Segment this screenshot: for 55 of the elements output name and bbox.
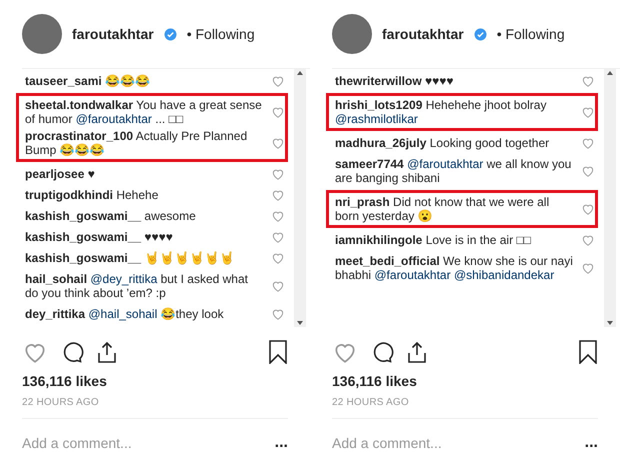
heart-icon[interactable] <box>581 202 595 216</box>
share-icon[interactable] <box>406 340 428 364</box>
comment-text: dey_rittika @hail_sohail 😂they look <box>25 307 225 321</box>
avatar-circle[interactable] <box>332 14 372 54</box>
scroll-down-arrow-icon[interactable] <box>296 319 304 327</box>
heart-icon[interactable] <box>581 105 595 119</box>
comment-text: thewriterwillow ♥♥♥♥ <box>335 74 455 88</box>
comment-text: kashish_goswami__ ♥♥♥♥ <box>25 230 174 244</box>
heart-icon[interactable] <box>271 74 285 88</box>
comment-text: kashish_goswami__ 🤘🤘🤘🤘🤘🤘 <box>25 251 236 265</box>
bookmark-icon[interactable] <box>578 340 598 364</box>
comment-text: meet_bedi_official We know she is our nayi bhabhi @faroutakhtar @shibanidandekar <box>335 254 573 282</box>
heart-icon[interactable] <box>271 136 285 150</box>
scroll-down-arrow-icon[interactable] <box>606 319 614 327</box>
likes-count[interactable]: 136,116 likes <box>332 373 620 389</box>
comment-text: sameer7744 @faroutakhtar we all know you are banging shibani <box>335 157 572 185</box>
heart-icon[interactable] <box>581 164 595 178</box>
username[interactable]: faroutakhtar <box>382 26 464 42</box>
comment-text: tauseer_sami 😂😂😂 <box>25 74 152 88</box>
share-icon[interactable] <box>96 340 118 364</box>
avatar-circle[interactable] <box>22 14 62 54</box>
heart-icon[interactable] <box>581 136 595 150</box>
comment-text: truptigodkhindi Hehehe <box>25 188 160 202</box>
scrollbar[interactable] <box>604 69 616 327</box>
post-time: 22 HOURS AGO <box>22 397 100 408</box>
heart-icon[interactable] <box>271 188 285 202</box>
heart-icon[interactable] <box>271 279 285 293</box>
comment-text: procrastinator_100 Actually Pre Planned Bump 😂😂😂 <box>25 129 248 157</box>
following-status[interactable]: • Following <box>496 26 565 42</box>
comment-text: hrishi_lots1209 Hehehehe jhoot bolray @rashmilotlikar <box>335 98 548 126</box>
heart-icon[interactable] <box>271 209 285 223</box>
heart-icon[interactable] <box>581 74 595 88</box>
likes-count[interactable]: 136,116 likes <box>22 373 310 389</box>
comment-text: pearljosee ♥ <box>25 167 96 181</box>
more-button[interactable]: ... <box>584 438 598 448</box>
bookmark-icon[interactable] <box>268 340 288 364</box>
comment-text: kashish_goswami__ awesome <box>25 209 197 223</box>
heart-icon[interactable] <box>271 251 285 265</box>
scroll-up-arrow-icon[interactable] <box>606 69 614 77</box>
scroll-up-arrow-icon[interactable] <box>296 69 304 77</box>
comment-text: madhura_26july Looking good together <box>335 136 550 150</box>
heart-icon[interactable] <box>581 261 595 275</box>
more-button[interactable]: ... <box>274 438 288 448</box>
post-time: 22 HOURS AGO <box>332 397 410 408</box>
scrollbar[interactable] <box>294 69 306 327</box>
heart-icon[interactable] <box>271 105 285 119</box>
comment-text: nri_prash Did not know that we were all born yesterday 😮 <box>335 195 550 223</box>
heart-icon[interactable] <box>271 230 285 244</box>
following-status[interactable]: • Following <box>186 26 255 42</box>
heart-icon[interactable] <box>271 307 285 321</box>
comment-text: iamnikhilingole Love is in the air □□ <box>335 233 532 247</box>
username[interactable]: faroutakhtar <box>72 26 154 42</box>
heart-icon[interactable] <box>581 233 595 247</box>
comment-text: hail_sohail @dey_rittika but I asked what do you think about ’em? :p <box>25 272 249 300</box>
heart-icon[interactable] <box>271 167 285 181</box>
